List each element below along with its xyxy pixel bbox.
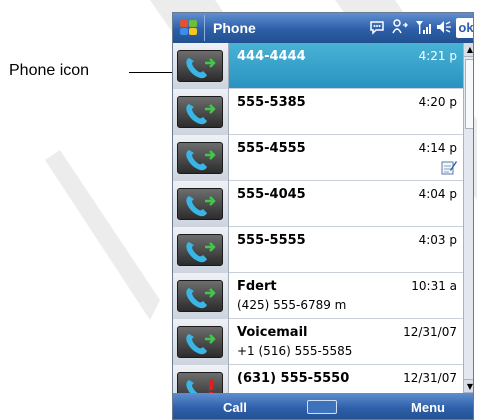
outgoing-call-phone-icon[interactable] — [177, 326, 223, 358]
phone-icon-column — [173, 89, 229, 135]
call-name: 555-5385 — [237, 95, 306, 110]
phone-icon-column — [173, 227, 229, 273]
signal-icon[interactable] — [415, 19, 431, 35]
document-page: Phone icon Phone ok 444-4444 4:21 p 555-… — [0, 0, 477, 420]
start-icon — [180, 20, 198, 36]
phone-icon-column — [173, 365, 229, 393]
callout-label: Phone icon — [9, 62, 90, 79]
outgoing-call-phone-icon[interactable] — [177, 142, 223, 174]
outgoing-call-phone-icon[interactable] — [177, 96, 223, 128]
call-name: Fdert — [237, 279, 277, 294]
call-name: Voicemail — [237, 325, 308, 340]
device-screen: Phone ok 444-4444 4:21 p 555-5385 4:20 p… — [172, 12, 474, 420]
call-list-item[interactable]: 555-5555 4:03 p — [173, 227, 463, 273]
title-bar: Phone ok — [173, 13, 473, 43]
call-list-item[interactable]: Fdert 10:31 a (425) 555-6789 m — [173, 273, 463, 319]
volume-icon[interactable] — [436, 19, 452, 35]
call-list-item[interactable]: 555-4045 4:04 p — [173, 181, 463, 227]
ok-button[interactable]: ok — [456, 18, 473, 38]
call-name: 555-4045 — [237, 187, 306, 202]
call-time: 12/31/07 — [403, 371, 457, 385]
phone-icon-column — [173, 319, 229, 365]
connectivity-icon[interactable] — [391, 19, 409, 35]
call-list-item[interactable]: (631) 555-5550 12/31/07 — [173, 365, 463, 393]
outgoing-call-phone-icon[interactable] — [177, 188, 223, 220]
call-time: 4:03 p — [418, 233, 457, 247]
call-name: 444-4444 — [237, 49, 306, 64]
call-name: (631) 555-5550 — [237, 371, 350, 386]
call-number: +1 (516) 555-5585 — [237, 344, 353, 358]
call-list-item[interactable]: 555-5385 4:20 p — [173, 89, 463, 135]
call-time: 4:14 p — [418, 141, 457, 155]
call-name: 555-5555 — [237, 233, 306, 248]
call-name: 555-4555 — [237, 141, 306, 156]
call-list-item[interactable]: 444-4444 4:21 p — [173, 43, 463, 89]
outgoing-call-phone-icon[interactable] — [177, 234, 223, 266]
start-button[interactable] — [175, 15, 205, 41]
callout-leader-line — [129, 72, 175, 73]
call-time: 4:20 p — [418, 95, 457, 109]
app-title: Phone — [213, 20, 256, 36]
outgoing-call-phone-icon[interactable] — [177, 50, 223, 82]
call-time: 10:31 a — [411, 279, 457, 293]
call-time: 4:21 p — [418, 49, 457, 63]
call-time: 12/31/07 — [403, 325, 457, 339]
phone-icon-column — [173, 273, 229, 319]
phone-icon-column — [173, 181, 229, 227]
note-icon[interactable] — [441, 159, 457, 175]
scroll-up-arrow-icon[interactable]: ▲ — [464, 43, 473, 57]
scroll-down-arrow-icon[interactable]: ▼ — [464, 379, 473, 393]
message-icon[interactable] — [369, 19, 385, 35]
phone-icon-column — [173, 43, 229, 89]
call-list-item[interactable]: 555-4555 4:14 p — [173, 135, 463, 181]
missed-call-phone-icon[interactable] — [177, 372, 223, 393]
keyboard-icon[interactable] — [307, 400, 337, 414]
outgoing-call-phone-icon[interactable] — [177, 280, 223, 312]
softkey-bar: Call Menu — [173, 393, 473, 419]
phone-icon-column — [173, 135, 229, 181]
scrollbar[interactable]: ▲ ▼ — [463, 43, 473, 393]
call-softkey[interactable]: Call — [223, 400, 247, 415]
menu-softkey[interactable]: Menu — [411, 400, 445, 415]
call-number: (425) 555-6789 m — [237, 298, 347, 312]
call-time: 4:04 p — [418, 187, 457, 201]
scroll-thumb[interactable] — [465, 59, 473, 129]
call-list-item[interactable]: Voicemail 12/31/07 +1 (516) 555-5585 — [173, 319, 463, 365]
call-history-list: 444-4444 4:21 p 555-5385 4:20 p 555-4555 4:14… — [173, 43, 473, 393]
